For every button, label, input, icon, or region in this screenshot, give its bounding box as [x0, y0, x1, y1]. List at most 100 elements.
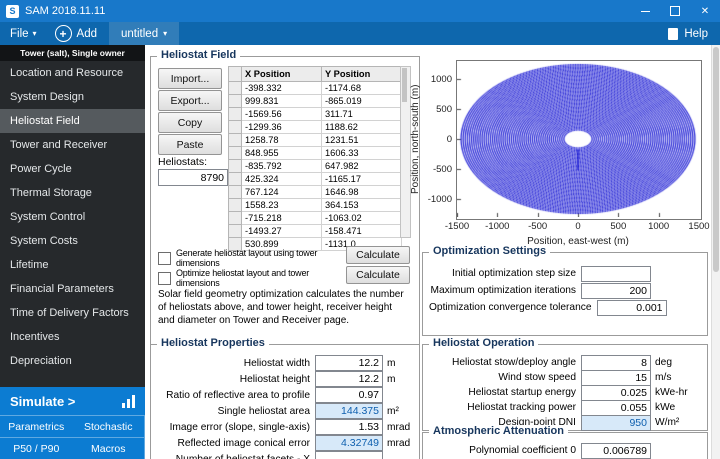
help-button[interactable]: Help [668, 27, 720, 40]
sidebar-nav-item[interactable]: System Costs [0, 229, 145, 253]
cell-x-position[interactable]: -835.792 [241, 159, 322, 173]
cell-x-position[interactable]: 999.831 [241, 94, 322, 108]
cell-x-position[interactable]: 425.324 [241, 172, 322, 186]
sidebar-nav-item[interactable]: Heliostat Field [0, 109, 145, 133]
table-row[interactable]: -398.332 -1174.68 [228, 81, 402, 95]
cell-x-position[interactable]: -715.218 [241, 211, 322, 225]
cell-y-position[interactable]: -1165.17 [321, 172, 402, 186]
cell-y-position[interactable]: 1646.98 [321, 185, 402, 199]
table-row[interactable]: 848.955 1606.33 [228, 146, 402, 160]
sidebar-nav-item[interactable]: Time of Delivery Factors [0, 301, 145, 325]
simulate-action-button[interactable]: P50 / P90 [0, 437, 73, 459]
simulate-action-button[interactable]: Stochastic [72, 415, 145, 437]
add-case-button[interactable]: + Add [47, 22, 105, 45]
table-row[interactable]: -1569.56 311.71 [228, 107, 402, 121]
sidebar-nav-item[interactable]: Depreciation [0, 349, 145, 373]
sidebar-nav-item[interactable]: Thermal Storage [0, 181, 145, 205]
value-input[interactable] [581, 265, 651, 282]
cell-y-position[interactable]: 647.982 [321, 159, 402, 173]
main-scrollbar[interactable] [711, 45, 720, 459]
chevron-down-icon: ▾ [32, 28, 37, 38]
sidebar-nav-item[interactable]: Financial Parameters [0, 277, 145, 301]
value-input[interactable]: 200 [581, 282, 651, 299]
cell-x-position[interactable]: -1569.56 [241, 107, 322, 121]
cell-x-position[interactable]: 1558.23 [241, 198, 322, 212]
cell-x-position[interactable]: 1258.78 [241, 133, 322, 147]
value-input[interactable]: 950 [581, 414, 651, 431]
field-label: Image error (slope, single-axis) [169, 421, 310, 433]
main-scrollbar-thumb[interactable] [713, 47, 719, 272]
table-row[interactable]: -835.792 647.982 [228, 159, 402, 173]
cell-y-position[interactable]: 1231.51 [321, 133, 402, 147]
calculate-optimize-button[interactable]: Calculate [346, 266, 410, 284]
cell-y-position[interactable]: 311.71 [321, 107, 402, 121]
sidebar-nav-item[interactable]: Location and Resource [0, 61, 145, 85]
field-label: Polynomial coefficient 0 [469, 445, 576, 456]
minimize-button[interactable] [630, 0, 660, 22]
sidebar-nav-item[interactable]: Power Cycle [0, 157, 145, 181]
sidebar-nav-item[interactable]: Lifetime [0, 253, 145, 277]
cell-y-position[interactable]: -1174.68 [321, 81, 402, 95]
cell-x-position[interactable]: 848.955 [241, 146, 322, 160]
close-button[interactable]: ✕ [690, 0, 720, 22]
optimize-layout-checkbox[interactable] [158, 271, 171, 285]
simulate-action-button[interactable]: Macros [72, 437, 145, 459]
column-header-x[interactable]: X Position [241, 66, 322, 82]
value-input[interactable]: 0.006789 [581, 442, 651, 459]
sidebar-nav-item[interactable]: Tower and Receiver [0, 133, 145, 157]
value-input[interactable]: 8 [581, 354, 651, 371]
table-row[interactable]: 767.124 1646.98 [228, 185, 402, 199]
paste-button[interactable]: Paste [158, 134, 222, 155]
cell-x-position[interactable]: -1299.36 [241, 120, 322, 134]
table-row[interactable]: -1299.36 1188.62 [228, 120, 402, 134]
generate-layout-checkbox[interactable] [158, 251, 171, 265]
heliostats-count-input[interactable]: 8790 [158, 169, 228, 186]
heliostat-layout-canvas [457, 61, 699, 217]
table-row[interactable]: 1558.23 364.153 [228, 198, 402, 212]
cell-x-position[interactable]: -1493.27 [241, 224, 322, 238]
cell-y-position[interactable]: 364.153 [321, 198, 402, 212]
column-header-y[interactable]: Y Position [321, 66, 402, 82]
case-tab-untitled[interactable]: untitled ▾ [109, 22, 180, 45]
maximize-button[interactable] [660, 0, 690, 22]
cell-y-position[interactable]: 1188.62 [321, 120, 402, 134]
unit-label: mrad [387, 437, 411, 449]
value-input[interactable]: 15 [581, 369, 651, 386]
y-tick-label: -500 [432, 164, 452, 175]
value-input[interactable]: 0.055 [581, 399, 651, 416]
value-input[interactable]: 0.025 [581, 384, 651, 401]
import-button[interactable]: Import... [158, 68, 222, 89]
sidebar-nav-item[interactable]: System Design [0, 85, 145, 109]
value-input[interactable]: 0.97 [315, 387, 383, 403]
cell-y-position[interactable]: -1063.02 [321, 211, 402, 225]
table-row[interactable]: 1258.78 1231.51 [228, 133, 402, 147]
cell-x-position[interactable]: 767.124 [241, 185, 322, 199]
form-row: Single heliostat area 144.375 m² [157, 403, 413, 419]
sidebar-nav-item[interactable]: System Control [0, 205, 145, 229]
value-input[interactable]: 4.32749 [315, 435, 383, 451]
simulate-action-button[interactable]: Parametrics [0, 415, 73, 437]
row-gutter [228, 81, 242, 95]
cell-y-position[interactable]: 1606.33 [321, 146, 402, 160]
calculate-generate-button[interactable]: Calculate [346, 246, 410, 264]
unit-label: m [387, 357, 396, 369]
table-row[interactable]: -1493.27 -158.471 [228, 224, 402, 238]
cell-y-position[interactable]: -865.019 [321, 94, 402, 108]
value-input[interactable]: 12.2 [315, 355, 383, 371]
cell-x-position[interactable]: -398.332 [241, 81, 322, 95]
table-row[interactable]: 999.831 -865.019 [228, 94, 402, 108]
table-scrollbar-thumb[interactable] [402, 68, 407, 102]
copy-button[interactable]: Copy [158, 112, 222, 133]
cell-y-position[interactable]: -158.471 [321, 224, 402, 238]
value-input[interactable]: 1.53 [315, 419, 383, 435]
table-row[interactable]: -715.218 -1063.02 [228, 211, 402, 225]
simulate-button[interactable]: Simulate > [0, 387, 145, 415]
value-input[interactable]: 0.001 [596, 299, 667, 316]
value-input[interactable] [315, 451, 383, 459]
value-input[interactable]: 144.375 [315, 403, 383, 419]
table-row[interactable]: 425.324 -1165.17 [228, 172, 402, 186]
file-menu[interactable]: File ▾ [0, 22, 47, 45]
export-button[interactable]: Export... [158, 90, 222, 111]
value-input[interactable]: 12.2 [315, 371, 383, 387]
sidebar-nav-item[interactable]: Incentives [0, 325, 145, 349]
